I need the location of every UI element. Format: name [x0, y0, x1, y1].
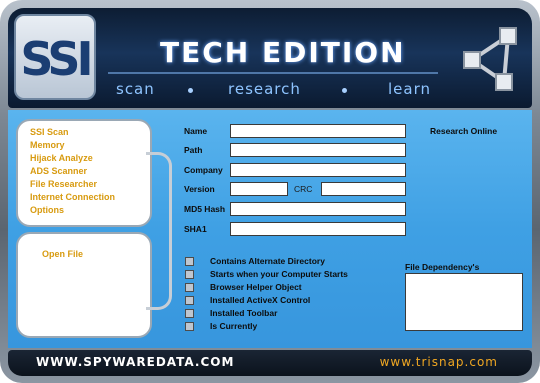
nav-ads-scanner[interactable]: ADS Scanner — [30, 165, 150, 178]
file-dependency-label: File Dependency's — [405, 262, 480, 272]
open-file-link[interactable]: Open File — [42, 248, 150, 261]
checkbox-is-currently[interactable] — [185, 322, 194, 331]
md5-field[interactable] — [230, 202, 406, 216]
footer-bar: WWW.SPYWAREDATA.COM www.trisnap.com — [8, 350, 532, 376]
nav-hijack-analyze[interactable]: Hijack Analyze — [30, 152, 150, 165]
header-divider — [108, 72, 438, 74]
tagline-scan: scan — [116, 80, 155, 98]
md5-label: MD5 Hash — [184, 204, 226, 214]
file-dependency-list[interactable] — [405, 273, 523, 331]
logo-text: SSI — [20, 32, 93, 86]
logo: SSI — [14, 14, 96, 100]
name-field[interactable] — [230, 124, 406, 138]
main-panel: SSI Scan Memory Hijack Analyze ADS Scann… — [8, 110, 532, 348]
path-field[interactable] — [230, 143, 406, 157]
checkbox-label: Browser Helper Object — [210, 282, 302, 292]
app-title: TECH EDITION — [160, 36, 406, 69]
checkbox-label: Starts when your Computer Starts — [210, 269, 348, 279]
checkbox-browser-helper[interactable] — [185, 283, 194, 292]
tagline-research: research — [228, 80, 301, 98]
checkbox-starts-on-boot[interactable] — [185, 270, 194, 279]
checkbox-alternate-directory[interactable] — [185, 257, 194, 266]
sha1-field[interactable] — [230, 222, 406, 236]
panel-bracket — [146, 152, 172, 310]
tagline-learn: learn — [388, 80, 431, 98]
company-field[interactable] — [230, 163, 406, 177]
checkbox-toolbar[interactable] — [185, 309, 194, 318]
version-label: Version — [184, 184, 215, 194]
company-label: Company — [184, 165, 223, 175]
trisnap-link[interactable]: www.trisnap.com — [380, 355, 498, 369]
header-banner: SSI TECH EDITION scan research learn — [8, 8, 532, 108]
crc-label: CRC — [294, 184, 313, 194]
spywaredata-link[interactable]: WWW.SPYWAREDATA.COM — [36, 355, 234, 369]
path-label: Path — [184, 145, 203, 155]
nav-ssi-scan[interactable]: SSI Scan — [30, 126, 150, 139]
research-online-link[interactable]: Research Online — [430, 126, 497, 136]
checkbox-label: Installed ActiveX Control — [210, 295, 311, 305]
nav-file-researcher[interactable]: File Researcher — [30, 178, 150, 191]
name-label: Name — [184, 126, 208, 136]
version-field[interactable] — [230, 182, 288, 196]
checkbox-activex[interactable] — [185, 296, 194, 305]
tagline-separator — [188, 88, 193, 93]
checkbox-label: Contains Alternate Directory — [210, 256, 325, 266]
nav-internet-connection[interactable]: Internet Connection — [30, 191, 150, 204]
nav-memory[interactable]: Memory — [30, 139, 150, 152]
checkbox-label: Is Currently — [210, 321, 258, 331]
crc-field[interactable] — [321, 182, 406, 196]
open-file-panel: Open File — [16, 232, 152, 338]
nav-options[interactable]: Options — [30, 204, 150, 217]
tagline-separator — [342, 88, 347, 93]
sha1-label: SHA1 — [184, 224, 207, 234]
molecule-icon — [463, 27, 517, 91]
sidebar-nav: SSI Scan Memory Hijack Analyze ADS Scann… — [16, 119, 152, 227]
checkbox-label: Installed Toolbar — [210, 308, 278, 318]
